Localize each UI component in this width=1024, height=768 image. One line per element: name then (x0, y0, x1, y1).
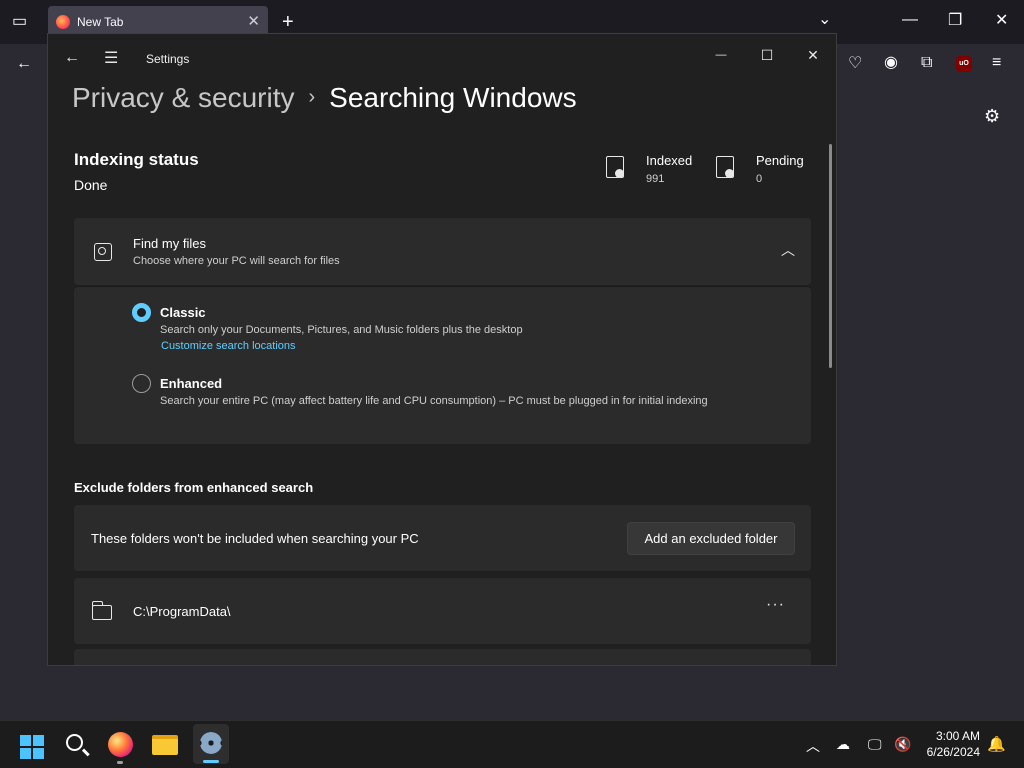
network-icon[interactable]: 🖵 (868, 736, 882, 753)
file-search-icon (94, 243, 112, 261)
excluded-folder-row: C:\ProgramData\ ··· (74, 578, 811, 644)
settings-window: ← ☰ Settings — ☐ ✕ Privacy & security › Se… (47, 33, 837, 666)
list-tabs-icon[interactable]: ⌄ (818, 12, 831, 28)
enhanced-option-title[interactable]: Enhanced (160, 376, 222, 391)
chevron-up-icon[interactable]: ︿ (781, 240, 795, 260)
minimize-button[interactable]: — (698, 40, 744, 70)
classic-radio[interactable] (132, 303, 151, 322)
firefox-running-indicator (117, 761, 123, 764)
settings-content: Indexing status Done Indexed 991 Pending… (48, 134, 836, 665)
enhanced-option-description: Search your entire PC (may affect batter… (160, 395, 708, 407)
account-icon[interactable]: ◉ (884, 55, 898, 71)
breadcrumb-separator: › (308, 86, 316, 108)
back-icon[interactable]: ← (16, 56, 32, 72)
document-check-icon (606, 156, 624, 178)
classic-option-description: Search only your Documents, Pictures, an… (160, 324, 523, 336)
browser-restore-icon[interactable]: ❐ (948, 13, 962, 29)
settings-gear-icon (200, 732, 222, 754)
ublock-icon[interactable]: uO (956, 56, 972, 72)
close-button[interactable]: ✕ (790, 40, 836, 70)
clock[interactable]: 3:00 AM 6/26/2024 (927, 728, 980, 760)
indexed-count: 991 (646, 173, 665, 185)
start-button[interactable] (20, 735, 44, 759)
clock-date: 6/26/2024 (926, 745, 980, 759)
newtab-settings-gear-icon[interactable]: ⚙ (984, 107, 1000, 125)
find-my-files-title: Find my files (133, 236, 206, 251)
indexed-label: Indexed (646, 153, 693, 168)
taskbar: ︿ ☁ 🖵 🔇 3:00 AM 6/26/2024 🔔 (0, 720, 1024, 768)
tab-overview-icon[interactable]: ▭ (12, 14, 27, 30)
exclude-folders-card: These folders won't be included when sea… (74, 505, 811, 571)
show-hidden-icons-chevron-icon[interactable]: ︿ (806, 736, 820, 756)
scrollbar-thumb[interactable] (829, 144, 832, 368)
back-arrow-icon[interactable]: ← (64, 49, 80, 67)
pocket-icon[interactable]: ♡ (848, 56, 862, 72)
exclude-folders-heading: Exclude folders from enhanced search (74, 480, 314, 495)
taskbar-firefox-icon[interactable] (108, 732, 133, 757)
enhanced-radio[interactable] (132, 374, 151, 393)
pending-label: Pending (756, 153, 804, 168)
browser-minimize-icon[interactable]: — (902, 12, 918, 28)
taskbar-search-icon[interactable] (66, 734, 83, 751)
menu-icon[interactable]: ≡ (992, 55, 1001, 71)
title-bar: ← ☰ Settings — ☐ ✕ (48, 34, 836, 82)
excluded-folder-row-partial (74, 649, 811, 665)
tab-title: New Tab (77, 15, 124, 29)
more-options-button[interactable]: ··· (766, 596, 785, 614)
page-title: Searching Windows (329, 82, 577, 113)
tab-close-icon[interactable]: ✕ (247, 12, 260, 30)
app-title: Settings (146, 52, 190, 66)
document-sync-icon (716, 156, 734, 178)
onedrive-cloud-icon[interactable]: ☁ (836, 736, 850, 753)
find-my-files-subtitle: Choose where your PC will search for fil… (133, 255, 340, 267)
exclude-description: These folders won't be included when sea… (91, 531, 419, 546)
active-app-indicator (203, 760, 219, 763)
folder-path: C:\ProgramData\ (133, 604, 231, 619)
indexing-status-title: Indexing status (74, 150, 199, 169)
customize-search-locations-link[interactable]: Customize search locations (161, 340, 296, 352)
notification-bell-icon[interactable]: 🔔 (987, 735, 1006, 753)
indexing-status-value: Done (74, 177, 108, 193)
add-excluded-folder-button[interactable]: Add an excluded folder (627, 522, 795, 555)
folder-icon (91, 601, 112, 620)
firefox-icon (56, 15, 70, 29)
pending-count: 0 (756, 173, 763, 185)
breadcrumb: Privacy & security › Searching Windows (72, 82, 577, 122)
find-my-files-header[interactable]: Find my files Choose where your PC will … (74, 218, 811, 285)
find-my-files-options: Classic Search only your Documents, Pict… (74, 286, 811, 444)
maximize-button[interactable]: ☐ (744, 40, 790, 70)
new-tab-button[interactable]: + (282, 12, 294, 32)
extensions-icon[interactable]: ⧉ (921, 55, 932, 71)
hamburger-menu-icon[interactable]: ☰ (104, 48, 118, 68)
taskbar-settings-button[interactable] (193, 724, 229, 764)
browser-close-icon[interactable]: ✕ (995, 13, 1008, 29)
volume-muted-icon[interactable]: 🔇 (894, 736, 911, 753)
breadcrumb-parent[interactable]: Privacy & security (72, 82, 295, 113)
classic-option-title[interactable]: Classic (160, 305, 206, 320)
clock-time: 3:00 AM (935, 729, 980, 743)
taskbar-file-explorer-icon[interactable] (152, 735, 178, 755)
